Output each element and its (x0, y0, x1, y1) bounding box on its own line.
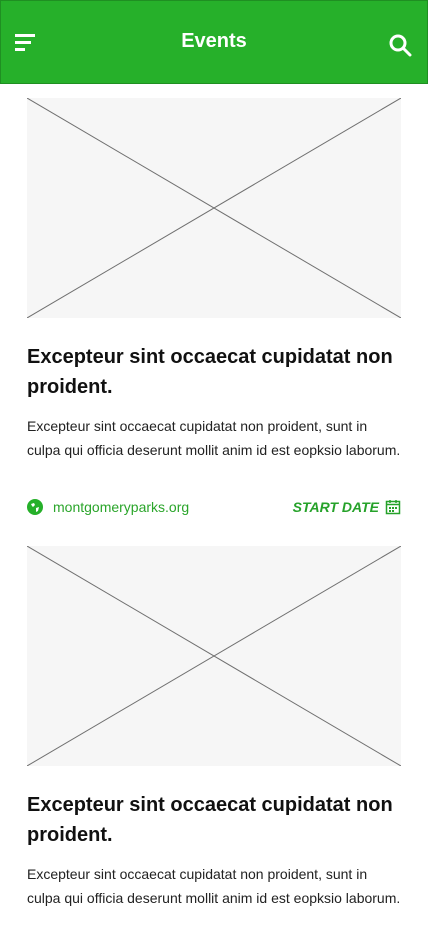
event-image-placeholder-1 (27, 98, 401, 318)
event-card-2: Excepteur sint occaecat cupidatat non pr… (27, 546, 401, 910)
event-image-placeholder-2 (27, 546, 401, 766)
event-description-2: Excepteur sint occaecat cupidatat non pr… (27, 866, 401, 906)
website-link-text: montgomeryparks.org (53, 499, 190, 515)
event-meta-1: montgomeryparks.org START DATE (27, 497, 401, 521)
start-date-label: START DATE (292, 499, 379, 515)
search-icon[interactable] (388, 33, 412, 57)
event-description-1: Excepteur sint occaecat cupidatat non pr… (27, 418, 401, 458)
event-title-2[interactable]: Excepteur sint occaecat cupidatat non pr… (27, 790, 401, 850)
website-link[interactable]: montgomeryparks.org (27, 499, 189, 515)
event-title-1[interactable]: Excepteur sint occaecat cupidatat non pr… (27, 342, 401, 402)
app-header: Events (0, 0, 428, 84)
calendar-icon (385, 500, 401, 515)
globe-icon (27, 499, 43, 515)
event-card-1: Excepteur sint occaecat cupidatat non pr… (27, 98, 401, 462)
start-date[interactable]: START DATE (293, 499, 401, 515)
page-title: Events (181, 30, 247, 52)
